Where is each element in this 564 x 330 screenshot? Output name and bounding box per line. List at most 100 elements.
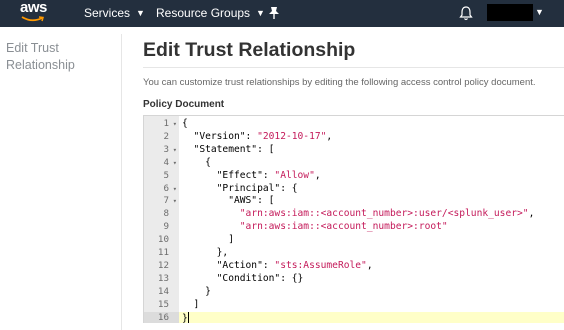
code-text: "arn:aws:iam::<account_number>:root" (182, 221, 448, 234)
code-text: "Principal": { (182, 183, 298, 196)
line-number-cell: 12 (144, 260, 179, 273)
code-line[interactable]: 9 "arn:aws:iam::<account_number>:root" (144, 221, 564, 234)
line-number: 11 (157, 247, 169, 258)
code-token: "Principal": { (182, 182, 298, 194)
code-text: "Effect": "Allow", (182, 170, 321, 183)
code-text: } (182, 286, 211, 299)
aws-logo[interactable]: aws (20, 0, 50, 27)
code-token: , (314, 169, 321, 181)
line-number-cell: 13 (144, 273, 179, 286)
line-number: 3 (163, 143, 169, 155)
code-string-token: "sts:AssumeRole" (274, 259, 367, 271)
code-token: "Effect": (182, 169, 275, 181)
line-number: 10 (157, 234, 169, 246)
code-text: ] (182, 234, 234, 247)
code-token: } (182, 285, 211, 297)
code-token: "AWS": [ (182, 195, 275, 207)
resource-groups-label: Resource Groups (156, 6, 251, 20)
code-text: { (182, 118, 188, 131)
line-number: 13 (157, 272, 169, 284)
code-token: , (326, 130, 333, 142)
code-text: "Condition": {} (182, 272, 304, 286)
fold-toggle-icon[interactable]: ▾ (173, 118, 177, 131)
line-number-cell: 2 (144, 131, 179, 144)
chevron-down-icon[interactable]: ▼ (535, 7, 544, 17)
code-text: "Statement": [ (182, 143, 275, 157)
line-number: 12 (157, 259, 169, 271)
code-token: , (528, 208, 535, 220)
code-token: "Action": (182, 259, 275, 271)
services-label: Services (84, 6, 131, 20)
line-number-cell: 3 ▾ (144, 144, 179, 157)
code-line[interactable]: 1 ▾{ (144, 118, 564, 131)
account-menu[interactable] (487, 4, 533, 21)
code-line[interactable]: 2 "Version": "2012-10-17", (144, 131, 564, 144)
services-menu[interactable]: Services ▼ (84, 6, 145, 20)
code-text: ] (182, 298, 200, 312)
line-number: 4 (163, 156, 169, 168)
code-line[interactable]: 3 ▾ "Statement": [ (144, 144, 564, 157)
sidebar-divider (121, 34, 122, 330)
code-line[interactable]: 5 "Effect": "Allow", (144, 170, 564, 183)
code-string-token: "Allow" (274, 169, 315, 181)
line-number: 6 (163, 182, 169, 194)
line-number: 16 (157, 311, 169, 323)
line-number: 8 (163, 208, 169, 220)
code-line[interactable]: 4 ▾ { (144, 157, 564, 170)
policy-document-editor[interactable]: 1 ▾{2 "Version": "2012-10-17", 3 ▾ "Stateme… (143, 115, 564, 323)
code-line[interactable]: 12 "Action": "sts:AssumeRole", (144, 260, 564, 273)
line-number-cell: 11 (144, 247, 179, 260)
code-text: { (182, 157, 211, 170)
resource-groups-menu[interactable]: Resource Groups ▼ (156, 6, 265, 20)
line-number-cell: 15 (144, 299, 179, 312)
top-navigation-bar: aws Services ▼ Resource Groups ▼ ▼ (0, 0, 564, 27)
code-line[interactable]: 6 ▾ "Principal": { (144, 183, 564, 196)
code-string-token: "2012-10-17" (257, 130, 327, 142)
code-text: "Action": "sts:AssumeRole", (182, 260, 373, 273)
fold-toggle-icon[interactable]: ▾ (173, 157, 177, 170)
code-token: , (366, 259, 373, 271)
code-string-token: "arn:aws:iam::<account_number>:root" (239, 221, 448, 233)
code-token: "Condition": {} (182, 272, 304, 284)
line-number-cell: 7 ▾ (144, 195, 179, 208)
sidebar-item-edit-trust-relationship[interactable]: Edit Trust Relationship (6, 40, 106, 74)
code-token: { (182, 118, 188, 129)
smile-arrow-icon (21, 16, 44, 22)
code-token: "Version": (182, 130, 258, 142)
code-text: "AWS": [ (182, 195, 274, 208)
code-line[interactable]: 10 ] (144, 234, 564, 247)
code-token: ] (182, 298, 200, 310)
code-text: "Version": "2012-10-17", (182, 130, 333, 144)
chevron-down-icon: ▼ (136, 8, 145, 18)
code-line[interactable]: 7 ▾ "AWS": [ (144, 195, 564, 208)
line-number-cell: 16 (144, 311, 179, 323)
code-token: ] (182, 234, 234, 246)
bell-icon[interactable] (459, 5, 473, 21)
code-line[interactable]: 14 } (144, 286, 564, 299)
code-line[interactable]: 15 ] (144, 299, 564, 312)
line-number: 2 (163, 130, 169, 142)
page-description: You can customize trust relationships by… (143, 77, 536, 88)
chevron-down-icon: ▼ (256, 8, 265, 18)
fold-toggle-icon[interactable]: ▾ (173, 183, 177, 196)
code-line[interactable]: 8 "arn:aws:iam::<account_number>:user/<s… (144, 208, 564, 221)
line-number-cell: 14 (144, 286, 179, 299)
code-line[interactable]: 13 "Condition": {} (144, 273, 564, 286)
logo-text: aws (20, 0, 47, 16)
pin-icon[interactable] (268, 6, 280, 20)
text-cursor (187, 311, 189, 323)
fold-toggle-icon[interactable]: ▾ (173, 144, 177, 157)
code-string-token: "arn:aws:iam::<account_number>:user/<spl… (239, 208, 529, 220)
line-number-cell: 8 (144, 208, 179, 221)
code-token: "Statement": [ (182, 143, 275, 155)
code-line[interactable]: 11 }, (144, 247, 564, 260)
fold-toggle-icon[interactable]: ▾ (173, 195, 177, 208)
line-number-cell: 10 (144, 234, 179, 247)
line-number: 15 (157, 298, 169, 310)
line-number-cell: 6 ▾ (144, 183, 179, 196)
title-divider (143, 67, 564, 68)
code-line[interactable]: 16} (144, 311, 564, 323)
code-text: "arn:aws:iam::<account_number>:user/<spl… (182, 208, 535, 221)
